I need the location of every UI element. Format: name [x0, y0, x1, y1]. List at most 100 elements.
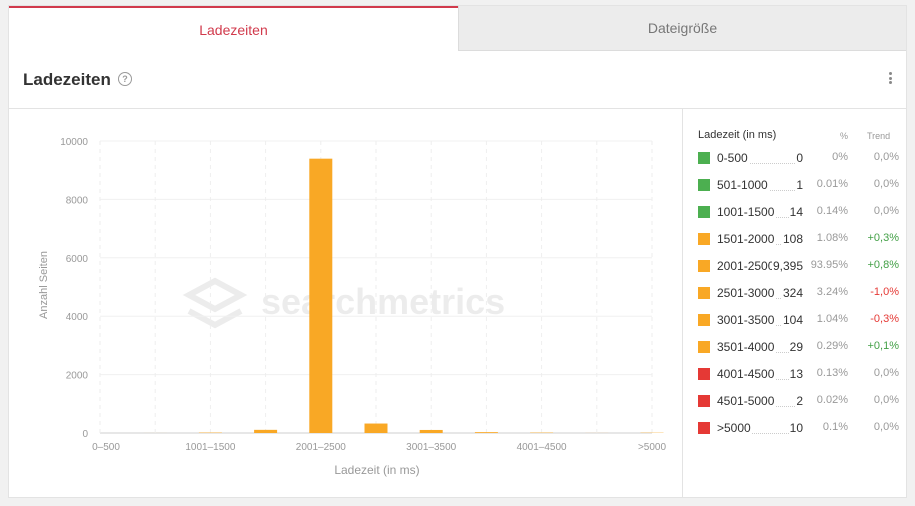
tab-dateigroesse[interactable]: Dateigröße	[458, 6, 906, 51]
legend-swatch	[698, 341, 710, 353]
legend-row[interactable]: 3001-3500 104 1.04% -0,3%	[698, 308, 903, 335]
x-tick-label: 3001–3500	[406, 442, 456, 453]
x-tick-label: 1001–1500	[185, 442, 235, 453]
legend-swatch	[698, 206, 710, 218]
legend-count: 29	[788, 340, 803, 354]
legend-percent: 0%	[832, 151, 848, 163]
legend-count: 10	[788, 421, 803, 435]
legend-swatch	[698, 260, 710, 272]
legend-row[interactable]: 1501-2000 108 1.08% +0,3%	[698, 227, 903, 254]
legend-swatch	[698, 179, 710, 191]
legend-row[interactable]: 501-1000 1 0.01% 0,0%	[698, 173, 903, 200]
legend-percent: 0.02%	[816, 394, 848, 406]
x-axis-label: Ladezeit (in ms)	[334, 463, 419, 477]
legend-range: 501-1000	[717, 178, 769, 192]
legend-trend: -0,3%	[870, 313, 899, 325]
legend-percent: 3.24%	[816, 286, 848, 298]
legend-count: 14	[788, 205, 803, 219]
legend-trend: 0,0%	[873, 205, 899, 217]
legend-trend: +0,8%	[867, 259, 900, 271]
legend-range: 1001-1500	[717, 205, 776, 219]
x-tick-label: >5000	[638, 442, 667, 453]
legend-swatch	[698, 233, 710, 245]
x-tick-label: 4001–4500	[517, 442, 567, 453]
tab-ladezeiten[interactable]: Ladezeiten	[9, 6, 458, 51]
legend-count: 0	[795, 151, 803, 165]
legend-trend: 0,0%	[873, 178, 899, 190]
legend-percent: 93.95%	[810, 259, 848, 271]
bar[interactable]	[474, 432, 498, 433]
legend-swatch	[698, 152, 710, 164]
legend-range: 3001-3500	[717, 313, 776, 327]
legend-range: >5000	[717, 421, 752, 435]
legend-trend: 0,0%	[873, 394, 899, 406]
legend-swatch	[698, 287, 710, 299]
legend-swatch	[698, 395, 710, 407]
more-options-icon[interactable]	[886, 70, 894, 86]
legend-count: 324	[781, 286, 803, 300]
legend-row[interactable]: 0-500 0 0% 0,0%	[698, 146, 903, 173]
legend-count: 2	[795, 394, 803, 408]
y-tick-label: 6000	[66, 254, 89, 265]
y-tick-label: 10000	[60, 137, 88, 148]
y-tick-label: 8000	[66, 195, 89, 206]
tab-bar: Ladezeiten Dateigröße	[9, 6, 906, 51]
legend-trend: 0,0%	[873, 421, 899, 433]
legend-percent: 1.04%	[816, 313, 848, 325]
legend-count: 108	[781, 232, 803, 246]
legend-trend: +0,3%	[867, 232, 900, 244]
legend-row[interactable]: 3501-4000 29 0.29% +0,1%	[698, 335, 903, 362]
legend-heading: Ladezeit (in ms)	[698, 129, 777, 141]
legend-range: 2001-2500	[717, 259, 776, 273]
histogram-chart: searchmetrics 0 2000 4000 6000 8000 10000 0–50…	[38, 137, 667, 477]
legend-trend: 0,0%	[873, 151, 899, 163]
legend-trend: 0,0%	[873, 367, 899, 379]
legend-range: 1501-2000	[717, 232, 776, 246]
y-tick-label: 4000	[66, 312, 89, 323]
legend-row[interactable]: 4501-5000 2 0.02% 0,0%	[698, 389, 903, 416]
bar[interactable]	[364, 423, 388, 433]
legend-count: 9,395	[771, 259, 803, 273]
legend-percent: 0.14%	[816, 205, 848, 217]
legend-swatch	[698, 368, 710, 380]
page-title: Ladezeiten	[23, 70, 111, 89]
y-axis-label: Anzahl Seiten	[38, 251, 50, 319]
watermark: searchmetrics	[182, 277, 505, 329]
legend-swatch	[698, 314, 710, 326]
card-header: Ladezeiten ?	[9, 51, 906, 109]
legend-row[interactable]: 4001-4500 13 0.13% 0,0%	[698, 362, 903, 389]
x-tick-label: 0–500	[92, 442, 120, 453]
bar[interactable]	[254, 429, 278, 433]
legend-count: 13	[788, 367, 803, 381]
legend-range: 4001-4500	[717, 367, 776, 381]
legend-row[interactable]: 1001-1500 14 0.14% 0,0%	[698, 200, 903, 227]
legend-row[interactable]: 2001-2500 9,395 93.95% +0,8%	[698, 254, 903, 281]
legend-panel: Ladezeit (in ms) % Trend 0-500 0 0% 0,0% 501…	[682, 109, 906, 498]
help-icon[interactable]: ?	[118, 72, 132, 86]
legend-percent: 0.13%	[816, 367, 848, 379]
legend-count: 1	[795, 178, 803, 192]
y-tick-label: 2000	[66, 371, 89, 382]
legend-col-trend: Trend	[867, 131, 891, 141]
legend-percent: 1.08%	[816, 232, 848, 244]
legend-range: 3501-4000	[717, 340, 776, 354]
legend-col-percent: %	[840, 131, 849, 141]
legend-swatch	[698, 422, 710, 434]
legend-row[interactable]: 2501-3000 324 3.24% -1,0%	[698, 281, 903, 308]
legend-percent: 0.29%	[816, 340, 848, 352]
legend-trend: +0,1%	[867, 340, 900, 352]
x-tick-label: 2001–2500	[296, 442, 346, 453]
load-times-card: Ladezeiten Dateigröße Ladezeiten ? searc…	[8, 5, 907, 498]
bar[interactable]	[419, 429, 443, 433]
chart-area: searchmetrics 0 2000 4000 6000 8000 10000 0–50…	[9, 109, 682, 498]
legend-percent: 0.01%	[816, 178, 848, 190]
legend-range: 2501-3000	[717, 286, 776, 300]
legend-range: 4501-5000	[717, 394, 776, 408]
legend-trend: -1,0%	[870, 286, 899, 298]
bar[interactable]	[309, 158, 333, 433]
legend-percent: 0.1%	[822, 421, 848, 433]
legend-row[interactable]: >5000 10 0.1% 0,0%	[698, 416, 903, 443]
legend-range: 0-500	[717, 151, 749, 165]
legend-count: 104	[781, 313, 803, 327]
y-tick-label: 0	[82, 429, 88, 440]
